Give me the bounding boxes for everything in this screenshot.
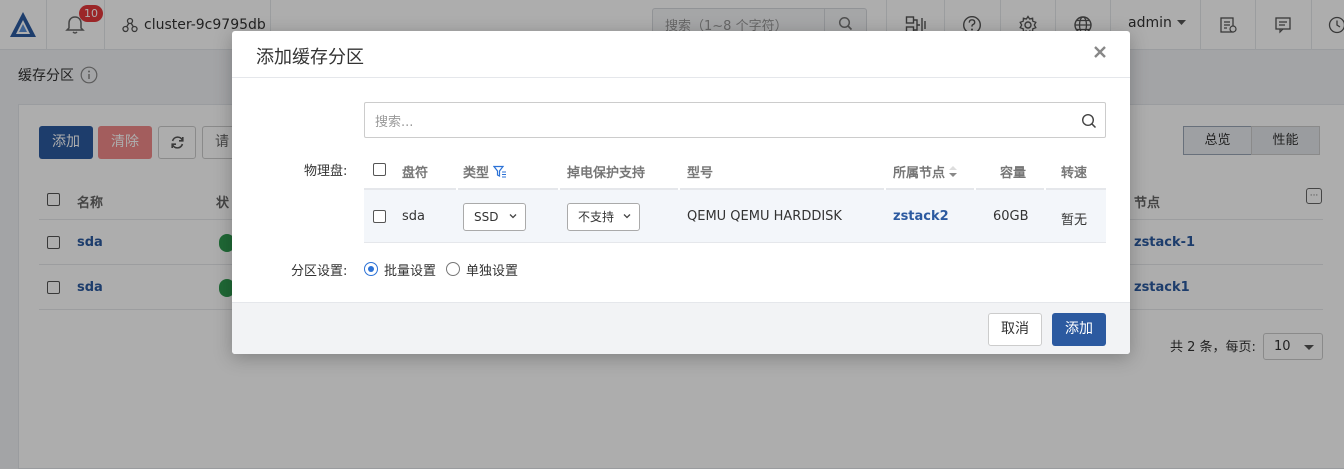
disk-name: sda [402, 209, 425, 224]
add-cache-partition-dialog: 添加缓存分区 搜索... 物理盘: 盘符 类型 掉电保护支持 型号 所属节点 容… [232, 31, 1130, 354]
disk-speed: 暂无 [1061, 213, 1088, 228]
cancel-button[interactable]: 取消 [988, 313, 1042, 346]
dialog-footer: 取消 添加 [232, 302, 1130, 354]
batch-setting-label[interactable]: 批量设置 [384, 260, 436, 279]
partition-setting-label: 分区设置: [291, 264, 348, 279]
power-loss-select[interactable]: 不支持 [567, 203, 640, 231]
select-all-disks-checkbox[interactable] [373, 163, 386, 176]
filter-icon[interactable] [493, 165, 507, 178]
column-header-power-loss: 掉电保护支持 [567, 166, 646, 181]
search-icon[interactable] [1080, 112, 1098, 130]
node-link[interactable]: zstack2 [893, 209, 949, 224]
column-header-speed: 转速 [1061, 166, 1088, 181]
dialog-title: 添加缓存分区 [256, 47, 364, 68]
close-icon [1094, 46, 1106, 58]
disk-search-input[interactable]: 搜索... [364, 102, 1106, 138]
chevron-down-icon [509, 214, 517, 219]
individual-setting-label[interactable]: 单独设置 [466, 260, 518, 279]
individual-setting-radio[interactable] [446, 262, 460, 276]
column-header-model: 型号 [687, 166, 714, 181]
physical-disk-label: 物理盘: [304, 164, 348, 179]
disk-type-select[interactable]: SSD [463, 203, 526, 231]
column-header-type: 类型 [463, 162, 507, 181]
confirm-add-button[interactable]: 添加 [1052, 313, 1106, 346]
row-checkbox[interactable] [373, 210, 386, 223]
sort-icon [949, 166, 958, 177]
disk-capacity: 60GB [993, 209, 1029, 224]
dialog-header: 添加缓存分区 [232, 31, 1130, 78]
disk-model: QEMU QEMU HARDDISK [687, 209, 842, 224]
column-header-disk: 盘符 [402, 166, 429, 181]
close-button[interactable] [1092, 44, 1108, 60]
batch-setting-radio[interactable] [364, 262, 378, 276]
chevron-down-icon [623, 214, 631, 219]
column-header-capacity: 容量 [1000, 166, 1027, 181]
search-placeholder: 搜索... [375, 115, 414, 130]
column-header-node[interactable]: 所属节点 [893, 162, 958, 181]
